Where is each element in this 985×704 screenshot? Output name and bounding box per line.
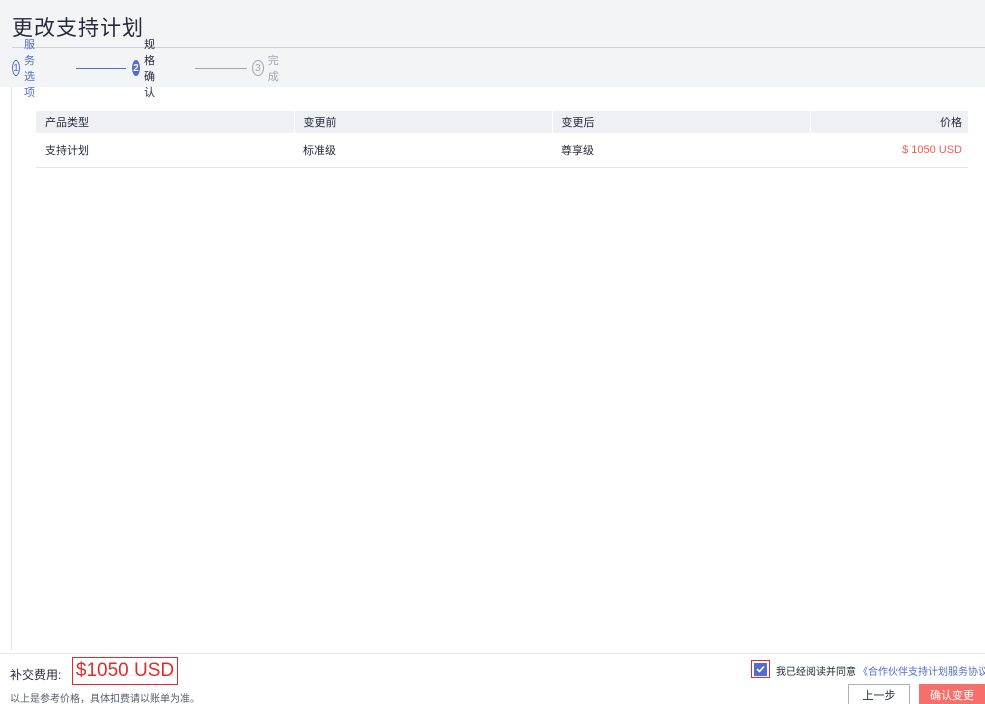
page-header: 更改支持计划 1 服务选项 2 规格确认 3 完成 <box>0 0 985 99</box>
agree-checkbox[interactable] <box>751 660 770 678</box>
step-number-2: 2 <box>132 60 141 76</box>
cell-price: $ 1050 USD <box>810 133 968 168</box>
step-label-1: 服务选项 <box>24 39 36 99</box>
table-row: 支持计划 标准级 尊享级 $ 1050 USD <box>36 133 968 168</box>
agreement-link[interactable]: 《合作伙伴支持计划服务协议》 <box>858 663 985 678</box>
step-connector-1 <box>76 68 126 69</box>
checkmark-icon <box>754 662 767 676</box>
step-label-3: 完成 <box>267 55 279 83</box>
fee-label: 补交费用: <box>10 668 62 682</box>
step-number-3: 3 <box>252 60 264 76</box>
cell-after: 尊享级 <box>552 133 810 168</box>
col-header-before: 变更前 <box>294 111 553 133</box>
step-number-1: 1 <box>12 60 21 76</box>
step-connector-2 <box>195 68 247 69</box>
previous-step-button[interactable]: 上一步 <box>848 684 910 704</box>
step-service-options: 1 服务选项 <box>12 39 43 99</box>
confirm-change-button[interactable]: 确认变更 <box>919 684 985 704</box>
step-complete: 3 完成 <box>252 55 283 83</box>
step-label-2: 规格确认 <box>144 39 156 99</box>
fee-amount: $1050 USD <box>72 657 178 685</box>
cell-product-type: 支持计划 <box>36 133 294 168</box>
col-header-price: 价格 <box>810 111 968 133</box>
cell-before: 标准级 <box>294 133 552 168</box>
step-spec-confirm: 2 规格确认 <box>132 39 163 99</box>
fee-note: 以上是参考价格，具体扣费请以账单为准。 <box>10 694 200 704</box>
agree-text: 我已经阅读并同意 <box>776 667 856 678</box>
col-header-product-type: 产品类型 <box>36 111 295 133</box>
content-left-border <box>11 87 12 650</box>
col-header-after: 变更后 <box>552 111 811 133</box>
spec-table: 产品类型 变更前 变更后 价格 支持计划 标准级 尊享级 $ 1050 USD <box>36 111 968 168</box>
table-header-row: 产品类型 变更前 变更后 价格 <box>36 111 968 133</box>
footer-divider <box>0 653 985 654</box>
